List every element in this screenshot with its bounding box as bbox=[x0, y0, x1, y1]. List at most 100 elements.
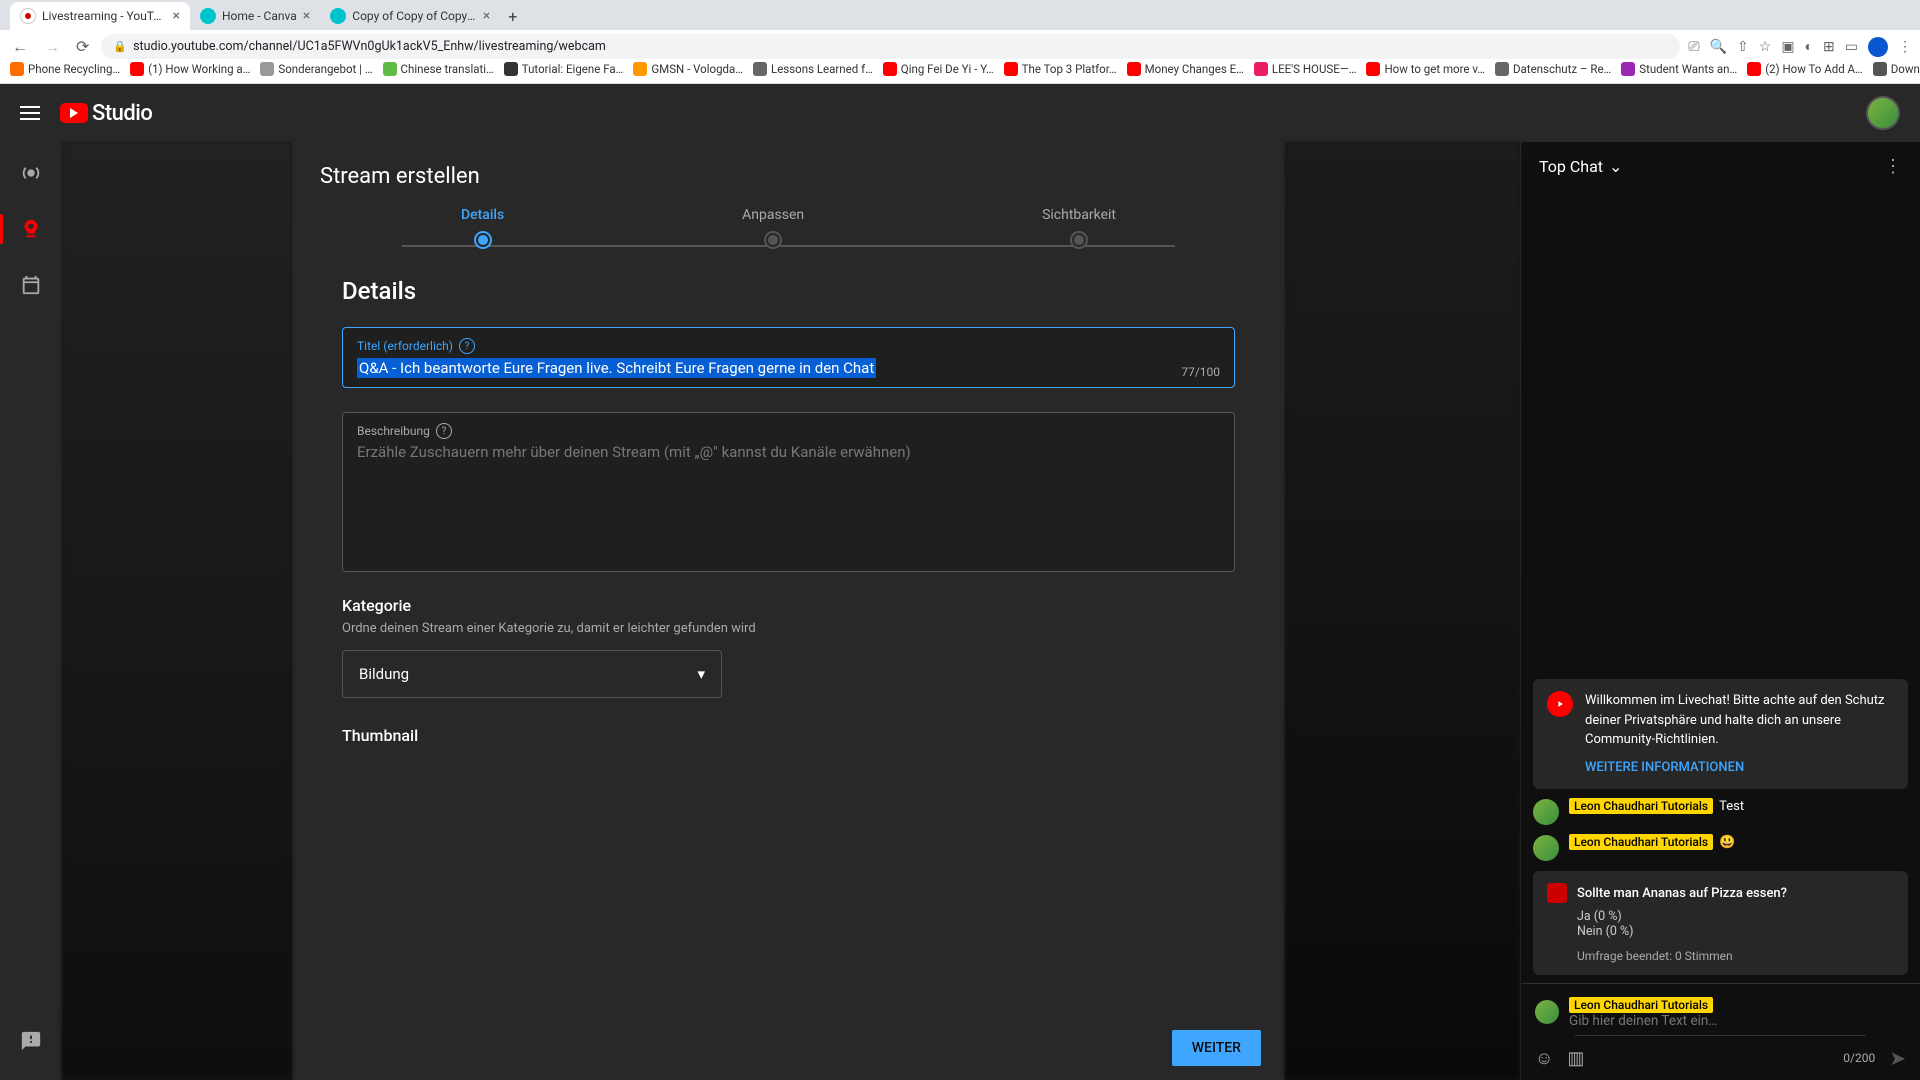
next-button[interactable]: WEITER bbox=[1172, 1030, 1261, 1066]
form-scroll[interactable]: Details Titel (erforderlich)? Q&A - Ich … bbox=[292, 277, 1285, 1016]
poll-icon bbox=[1547, 883, 1567, 903]
browser-tab[interactable]: Copy of Copy of Copy of Cop × bbox=[320, 2, 500, 30]
bookmark-item[interactable]: Download - Cooki… bbox=[1873, 62, 1920, 76]
send-button[interactable]: ➤ bbox=[1889, 1046, 1906, 1070]
tab-strip: Livestreaming - YouTube S× Home - Canva×… bbox=[0, 0, 1920, 30]
bookmark-item[interactable]: Student Wants an… bbox=[1621, 62, 1737, 76]
bookmark-item[interactable]: Qing Fei De Yi - Y… bbox=[883, 62, 994, 76]
forward-button[interactable]: → bbox=[40, 33, 64, 61]
sidebar-item-stream[interactable] bbox=[10, 152, 52, 194]
chat-input-author: Leon Chaudhari Tutorials bbox=[1569, 997, 1713, 1013]
field-label: Titel (erforderlich)? bbox=[357, 338, 1220, 354]
sidebar-item-schedule[interactable] bbox=[10, 264, 52, 306]
bookmark-item[interactable]: (1) How Working a… bbox=[130, 62, 250, 76]
ext-icon[interactable]: ▭ bbox=[1845, 39, 1858, 55]
new-tab-button[interactable]: + bbox=[500, 3, 525, 30]
step-visibility[interactable]: Sichtbarkeit bbox=[1042, 207, 1116, 247]
chat-header: Top Chat ⌄ ⋮ bbox=[1521, 142, 1920, 191]
help-icon[interactable]: ? bbox=[436, 423, 452, 439]
bookmark-favicon bbox=[383, 62, 397, 76]
description-field[interactable]: Beschreibung? Erzähle Zuschauern mehr üb… bbox=[342, 412, 1235, 572]
lock-icon: 🔒 bbox=[113, 40, 127, 53]
sidebar-item-feedback[interactable] bbox=[10, 1020, 52, 1062]
zoom-icon[interactable]: 🔍 bbox=[1710, 39, 1727, 55]
divider bbox=[1575, 1035, 1866, 1036]
bookmark-favicon bbox=[1873, 62, 1887, 76]
tab-title: Copy of Copy of Copy of Cop bbox=[352, 9, 477, 23]
title-field[interactable]: Titel (erforderlich)? Q&A - Ich beantwor… bbox=[342, 327, 1235, 388]
bookmark-item[interactable]: Phone Recycling… bbox=[10, 62, 120, 76]
poll-option: Nein (0 %) bbox=[1577, 924, 1894, 939]
bookmark-item[interactable]: Chinese translati… bbox=[383, 62, 494, 76]
sidebar-item-webcam[interactable] bbox=[10, 208, 52, 250]
bookmark-label: The Top 3 Platfor… bbox=[1022, 62, 1117, 76]
user-avatar-icon bbox=[1533, 799, 1559, 825]
chat-more-button[interactable]: ⋮ bbox=[1884, 156, 1902, 177]
bookmark-icon[interactable]: ☆ bbox=[1759, 39, 1772, 55]
browser-chrome: Livestreaming - YouTube S× Home - Canva×… bbox=[0, 0, 1920, 54]
bookmark-item[interactable]: (2) How To Add A… bbox=[1747, 62, 1863, 76]
title-input[interactable]: Q&A - Ich beantworte Eure Fragen live. S… bbox=[357, 358, 876, 378]
poll-button[interactable]: ▥ bbox=[1567, 1048, 1584, 1069]
ext-icon[interactable]: ⊞ bbox=[1823, 39, 1835, 55]
record-icon bbox=[20, 8, 36, 24]
bookmark-item[interactable]: Lessons Learned f… bbox=[753, 62, 873, 76]
ext-icon[interactable]: ▣ bbox=[1781, 39, 1794, 55]
browser-tab[interactable]: Home - Canva× bbox=[190, 2, 320, 30]
bookmark-item[interactable]: Sonderangebot | … bbox=[260, 62, 372, 76]
bookmark-item[interactable]: Datenschutz – Re… bbox=[1495, 62, 1611, 76]
youtube-studio-logo[interactable]: Studio bbox=[60, 101, 152, 126]
close-icon[interactable]: × bbox=[483, 8, 490, 24]
share-icon[interactable]: ⇧ bbox=[1737, 39, 1749, 55]
chat-text: 😃 bbox=[1719, 835, 1735, 850]
modal-title: Stream erstellen bbox=[292, 142, 1285, 207]
welcome-link[interactable]: WEITERE INFORMATIONEN bbox=[1585, 758, 1894, 778]
bookmark-item[interactable]: The Top 3 Platfor… bbox=[1004, 62, 1117, 76]
close-icon[interactable]: × bbox=[303, 8, 310, 24]
field-label: Beschreibung? bbox=[357, 423, 1220, 439]
youtube-icon bbox=[60, 103, 88, 123]
section-title: Details bbox=[342, 277, 1235, 305]
app-layout: Stream erstellen Details Anpassen Sichtb… bbox=[0, 142, 1920, 1080]
browser-tab[interactable]: Livestreaming - YouTube S× bbox=[10, 2, 190, 30]
ext-icon[interactable]: ◐ bbox=[1805, 38, 1813, 55]
bookmark-label: (2) How To Add A… bbox=[1765, 62, 1863, 76]
url-field[interactable]: 🔒 studio.youtube.com/channel/UC1a5FWVn0gU… bbox=[101, 34, 1680, 59]
menu-button[interactable] bbox=[20, 106, 40, 120]
chat-mode-label: Top Chat bbox=[1539, 157, 1603, 176]
chat-mode-select[interactable]: Top Chat ⌄ bbox=[1539, 157, 1622, 176]
back-button[interactable]: ← bbox=[8, 33, 32, 61]
step-customize[interactable]: Anpassen bbox=[742, 207, 804, 247]
bookmark-item[interactable]: GMSN - Vologda… bbox=[633, 62, 743, 76]
chat-input[interactable]: Gib hier deinen Text ein… bbox=[1569, 1013, 1906, 1029]
bookmark-label: Sonderangebot | … bbox=[278, 62, 372, 76]
bookmark-favicon bbox=[1621, 62, 1635, 76]
char-counter: 77/100 bbox=[1181, 365, 1220, 379]
bookmark-label: Chinese translati… bbox=[401, 62, 494, 76]
chat-author: Leon Chaudhari Tutorials bbox=[1569, 798, 1713, 814]
step-details[interactable]: Details bbox=[461, 207, 504, 247]
emoji-button[interactable]: ☺ bbox=[1535, 1048, 1553, 1069]
menu-icon[interactable]: ⋮ bbox=[1898, 39, 1912, 55]
user-avatar[interactable] bbox=[1866, 96, 1900, 130]
cast-icon[interactable]: ⎚ bbox=[1688, 39, 1699, 55]
chat-input-area: Leon Chaudhari Tutorials Gib hier deinen… bbox=[1521, 983, 1920, 1080]
welcome-text: Willkommen im Livechat! Bitte achte auf … bbox=[1585, 691, 1894, 750]
step-label: Anpassen bbox=[742, 207, 804, 223]
reload-button[interactable]: ⟳ bbox=[72, 33, 93, 60]
chevron-down-icon: ⌄ bbox=[1609, 157, 1622, 176]
select-value: Bildung bbox=[359, 665, 409, 683]
bookmark-item[interactable]: LEE'S HOUSE—… bbox=[1254, 62, 1357, 76]
bookmark-label: Tutorial: Eigene Fa… bbox=[522, 62, 624, 76]
bookmark-favicon bbox=[1127, 62, 1141, 76]
bookmark-item[interactable]: How to get more v… bbox=[1366, 62, 1485, 76]
background-blur bbox=[1285, 142, 1520, 1080]
category-select[interactable]: Bildung▾ bbox=[342, 650, 722, 698]
bookmark-item[interactable]: Tutorial: Eigene Fa… bbox=[504, 62, 624, 76]
chat-body[interactable]: Willkommen im Livechat! Bitte achte auf … bbox=[1521, 191, 1920, 983]
profile-avatar[interactable] bbox=[1868, 37, 1888, 57]
close-icon[interactable]: × bbox=[173, 8, 180, 24]
url-text: studio.youtube.com/channel/UC1a5FWVn0gUk… bbox=[133, 39, 606, 54]
help-icon[interactable]: ? bbox=[459, 338, 475, 354]
bookmark-item[interactable]: Money Changes E… bbox=[1127, 62, 1244, 76]
